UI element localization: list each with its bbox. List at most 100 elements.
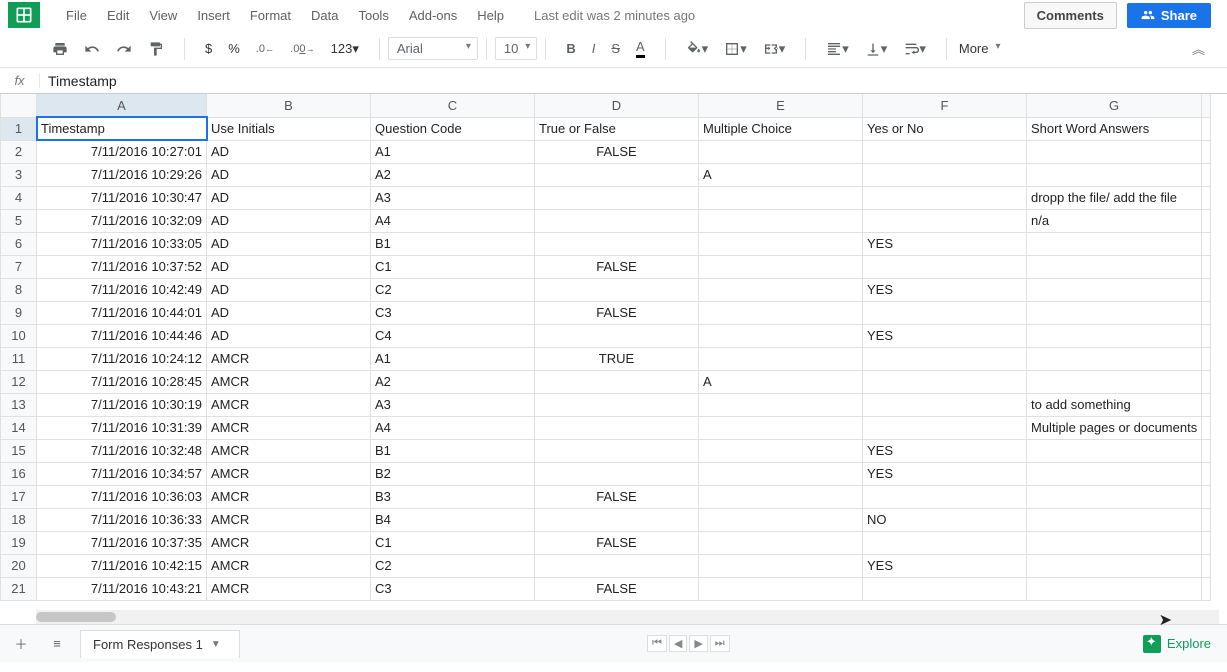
cell[interactable] [535,508,699,531]
currency-button[interactable]: $ [201,37,216,60]
cell[interactable] [1027,531,1202,554]
cell[interactable] [1027,232,1202,255]
cell[interactable]: Timestamp [37,117,207,140]
more-menu[interactable]: More [955,38,1007,59]
text-color-button[interactable]: A [632,35,649,62]
cell[interactable] [1027,439,1202,462]
comments-button[interactable]: Comments [1024,2,1117,29]
cell[interactable]: AD [207,140,371,163]
cell[interactable]: 7/11/2016 10:30:47 [37,186,207,209]
cell[interactable]: 7/11/2016 10:33:05 [37,232,207,255]
cell[interactable] [699,393,863,416]
borders-button[interactable]: ▾ [720,37,751,61]
cell[interactable]: A [699,370,863,393]
cell[interactable]: YES [863,232,1027,255]
share-button[interactable]: Share [1127,3,1211,28]
cell[interactable]: 7/11/2016 10:32:09 [37,209,207,232]
row-header[interactable]: 19 [1,531,37,554]
paint-format-icon[interactable] [144,37,168,61]
font-select[interactable]: Arial [388,37,478,60]
cell[interactable]: AMCR [207,416,371,439]
cell[interactable]: Use Initials [207,117,371,140]
cell[interactable]: AD [207,163,371,186]
sheet-tab[interactable]: Form Responses 1 ▼ [80,630,240,658]
cell[interactable] [863,531,1027,554]
cell[interactable] [1027,324,1202,347]
cell[interactable] [699,186,863,209]
cell[interactable] [699,140,863,163]
menu-view[interactable]: View [139,4,187,27]
cell[interactable] [699,485,863,508]
cell[interactable]: AMCR [207,370,371,393]
cell[interactable] [1202,554,1211,577]
percent-button[interactable]: % [224,37,244,60]
spreadsheet-grid[interactable]: ABCDEFG1TimestampUse InitialsQuestion Co… [0,94,1227,624]
cell[interactable] [1202,531,1211,554]
cell[interactable]: YES [863,462,1027,485]
bold-button[interactable]: B [562,37,579,60]
cell[interactable]: AMCR [207,531,371,554]
cell[interactable]: YES [863,554,1027,577]
cell[interactable] [1202,347,1211,370]
sheet-nav-prev[interactable]: ◀ [669,635,687,652]
cell[interactable] [1202,508,1211,531]
cell[interactable]: AD [207,186,371,209]
menu-data[interactable]: Data [301,4,348,27]
cell[interactable]: A1 [371,347,535,370]
col-header-D[interactable]: D [535,94,699,117]
row-header[interactable]: 9 [1,301,37,324]
cell[interactable]: n/a [1027,209,1202,232]
cell[interactable]: C3 [371,577,535,600]
cell[interactable] [1202,186,1211,209]
collapse-toolbar-icon[interactable]: ︽ [1192,39,1205,58]
cell[interactable]: AD [207,232,371,255]
cell[interactable] [1027,347,1202,370]
row-header[interactable]: 5 [1,209,37,232]
sheets-logo[interactable] [8,2,40,28]
number-format-button[interactable]: 123 ▾ [327,37,363,61]
cell[interactable]: C1 [371,255,535,278]
cell[interactable]: 7/11/2016 10:24:12 [37,347,207,370]
cell[interactable] [699,554,863,577]
row-header[interactable]: 15 [1,439,37,462]
cell[interactable] [535,278,699,301]
italic-button[interactable]: I [588,37,600,60]
cell[interactable] [1027,370,1202,393]
cell[interactable]: 7/11/2016 10:44:01 [37,301,207,324]
cell[interactable] [863,255,1027,278]
undo-icon[interactable] [80,37,104,61]
add-sheet-button[interactable]: ＋ [8,631,34,657]
cell[interactable] [863,485,1027,508]
cell[interactable] [699,278,863,301]
all-sheets-button[interactable]: ≡ [44,631,70,657]
cell[interactable] [1202,485,1211,508]
cell[interactable] [863,393,1027,416]
menu-edit[interactable]: Edit [97,4,139,27]
cell[interactable]: A2 [371,163,535,186]
cell[interactable] [699,232,863,255]
cell[interactable]: 7/11/2016 10:34:57 [37,462,207,485]
row-header[interactable]: 12 [1,370,37,393]
cell[interactable] [699,255,863,278]
cell[interactable] [863,577,1027,600]
row-header[interactable]: 16 [1,462,37,485]
cell[interactable]: 7/11/2016 10:42:15 [37,554,207,577]
cell[interactable] [699,416,863,439]
cell[interactable]: AMCR [207,554,371,577]
cell[interactable]: AMCR [207,393,371,416]
cell[interactable]: FALSE [535,255,699,278]
cell[interactable] [1202,416,1211,439]
cell[interactable] [699,462,863,485]
menu-help[interactable]: Help [467,4,514,27]
row-header[interactable]: 10 [1,324,37,347]
cell[interactable]: AMCR [207,439,371,462]
cell[interactable]: FALSE [535,140,699,163]
cell[interactable] [1202,462,1211,485]
cell[interactable]: 7/11/2016 10:31:39 [37,416,207,439]
cell[interactable]: TRUE [535,347,699,370]
cell[interactable] [1202,163,1211,186]
sheet-nav-first[interactable]: ⏮ [647,635,667,652]
row-header[interactable]: 1 [1,117,37,140]
menu-insert[interactable]: Insert [187,4,240,27]
cell[interactable]: A [699,163,863,186]
